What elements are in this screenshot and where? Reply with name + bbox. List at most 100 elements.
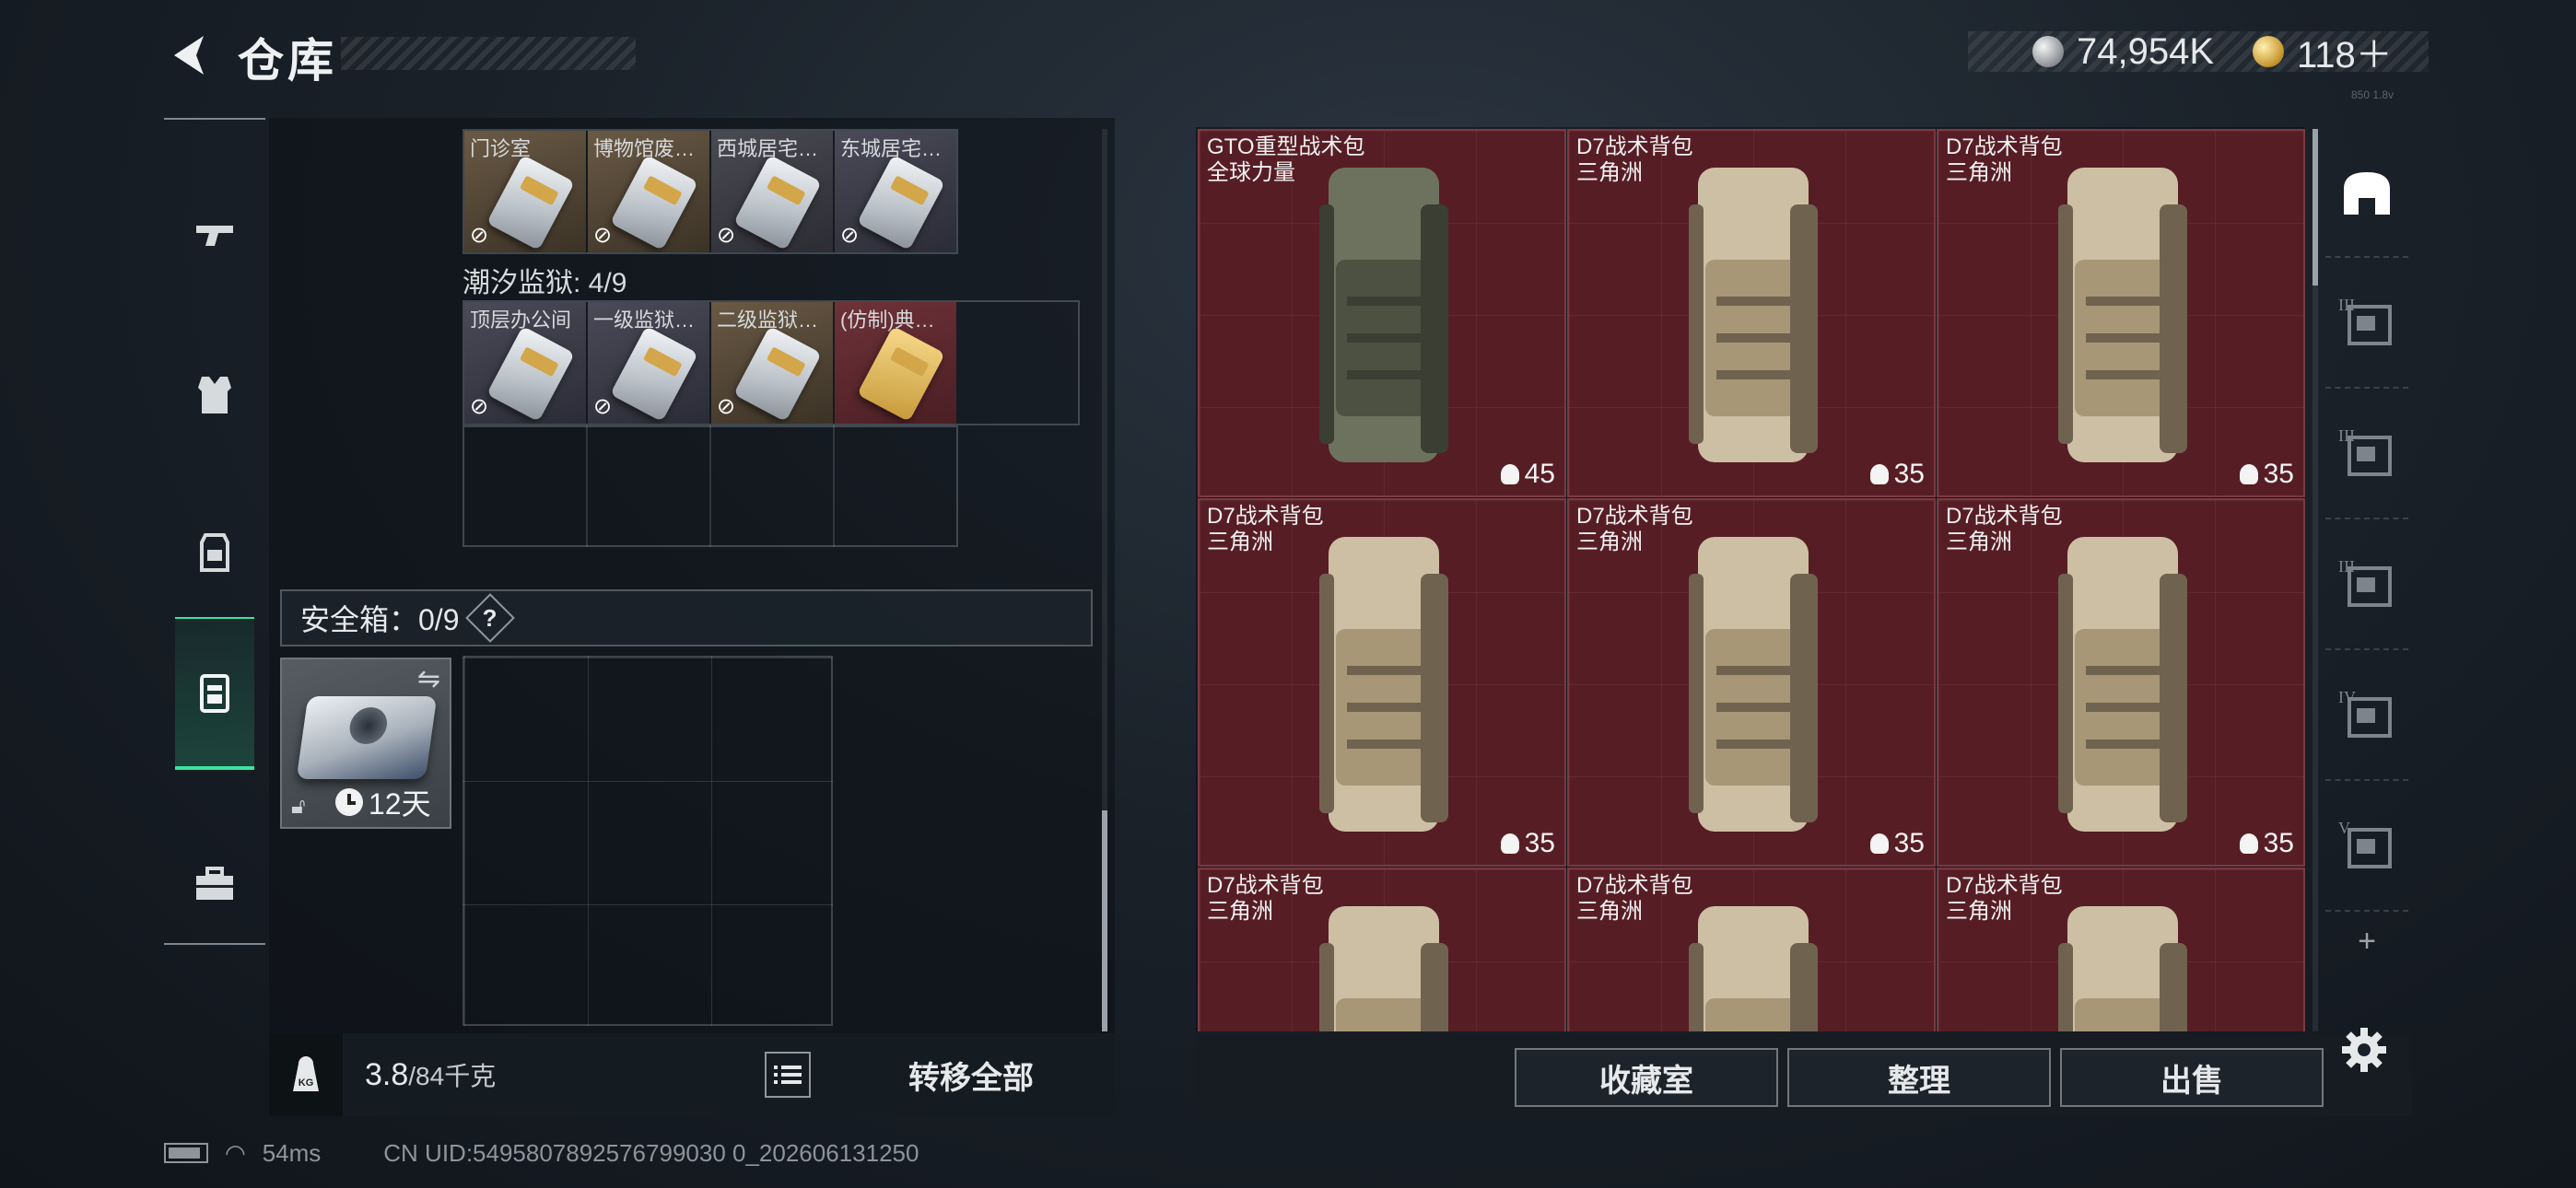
stash-tab-2[interactable]: III <box>2325 260 2408 389</box>
keycard-image <box>486 325 575 423</box>
unbound-icon: ⊘ <box>840 223 860 248</box>
safebox-title: 安全箱：0/9 <box>300 603 460 636</box>
key-item[interactable]: 西城居宅… ⊘ <box>711 131 833 252</box>
nav-item-container[interactable] <box>175 617 254 770</box>
grid-divider <box>709 425 711 547</box>
stash-item-backpack[interactable]: D7战术背包 三角洲 35 <box>1567 129 1936 497</box>
nav-item-pistol[interactable] <box>164 169 265 308</box>
capacity-badge: 35 <box>2239 459 2294 490</box>
capacity-value: 35 <box>1893 828 1925 858</box>
silver-amount: 74,954K <box>2077 30 2215 72</box>
safebox-image <box>296 696 438 779</box>
item-brand: 三角洲 <box>1946 899 2012 924</box>
right-footer: 收藏室 整理 出售 <box>1196 1033 2412 1116</box>
unbound-icon: ⊘ <box>717 223 736 248</box>
item-name: D7战术背包 <box>1946 134 2063 159</box>
version-text: 850 1.8v <box>2351 88 2395 101</box>
item-brand: 三角洲 <box>1946 530 2012 554</box>
silver-coin-icon <box>2032 36 2064 67</box>
key-item[interactable]: 一级监狱… ⊘ <box>588 302 709 424</box>
stash-tab-3[interactable]: III <box>2325 390 2408 519</box>
currency-bar: 74,954K 118＋ <box>1968 30 2429 76</box>
capacity-badge: 35 <box>1500 828 1555 859</box>
item-brand: 全球力量 <box>1207 160 1295 185</box>
wifi-icon: ◠ <box>225 1138 246 1167</box>
weight-current: 3.8 <box>365 1057 409 1092</box>
nav-item-armor-vest[interactable] <box>164 326 265 464</box>
nav-item-backpack[interactable] <box>164 483 265 621</box>
backpack-image <box>1689 906 1818 1031</box>
stash-tab-nav: III III III IV V + <box>2325 129 2408 1004</box>
left-category-nav <box>164 118 265 945</box>
home-stash-icon <box>2344 172 2390 215</box>
stash-scrollbar-thumb[interactable] <box>2313 129 2318 285</box>
keycard-image <box>610 154 698 251</box>
stash-item-backpack[interactable]: GTO重型战术包 全球力量 45 <box>1198 129 1566 497</box>
key-section-title: 潮汐监狱: 4/9 <box>463 268 627 298</box>
capacity-icon <box>2239 464 2258 484</box>
status-bar: ◠ 54ms CN UID:5495807892576799030 0_2026… <box>164 1135 919 1171</box>
stash-item-backpack[interactable]: D7战术背包 三角洲 35 <box>1567 498 1936 867</box>
help-button[interactable]: ? <box>464 593 515 643</box>
capacity-value: 45 <box>1524 459 1555 489</box>
key-item[interactable]: (仿制)典… <box>835 302 956 424</box>
settings-button[interactable] <box>2336 1022 2392 1077</box>
safebox-timer: 12天 <box>335 781 431 823</box>
left-footer: KG 3.8/84千克 转移全部 <box>269 1033 1115 1116</box>
uid-text: CN UID:5495807892576799030 0_20260613125… <box>383 1138 919 1167</box>
key-item[interactable]: 二级监狱… ⊘ <box>711 302 833 424</box>
safebox-item[interactable]: ⇋ 🔓︎ 12天 <box>280 658 451 829</box>
keycard-image <box>486 154 575 251</box>
stash-item-backpack[interactable]: D7战术背包 三角洲 <box>1198 868 1566 1031</box>
list-icon <box>774 1066 802 1084</box>
stash-item-backpack[interactable]: D7战术背包 三角洲 35 <box>1937 129 2305 497</box>
stash-item-backpack[interactable]: D7战术背包 三角洲 <box>1937 868 2305 1031</box>
keycard-image <box>733 325 822 423</box>
unbound-icon: ⊘ <box>717 394 736 419</box>
backpack-image <box>1319 537 1448 832</box>
nav-item-toolbox[interactable] <box>164 814 265 952</box>
stash-tab-1[interactable] <box>2325 129 2408 258</box>
item-name: D7战术背包 <box>1576 134 1693 159</box>
lock-icon: 🔓︎ <box>291 794 306 819</box>
capacity-value: 35 <box>2263 828 2294 858</box>
tab-level: III <box>2338 557 2355 576</box>
back-button[interactable] <box>157 26 221 85</box>
gold-amount[interactable]: 118＋ <box>2297 25 2393 78</box>
stash-tab-7[interactable]: + <box>2325 914 2408 969</box>
key-item[interactable]: 顶层办公间 ⊘ <box>464 302 586 424</box>
grid-divider <box>833 425 835 547</box>
item-brand: 三角洲 <box>1576 899 1643 924</box>
keycard-image <box>857 325 945 423</box>
container-scrollbar-thumb[interactable] <box>1102 810 1107 1031</box>
list-view-button[interactable] <box>765 1052 811 1098</box>
keycard-image <box>733 154 822 251</box>
stash-tab-6[interactable]: V <box>2325 783 2408 912</box>
capacity-icon <box>1500 464 1519 484</box>
stash-tab-5[interactable]: IV <box>2325 652 2408 781</box>
weight-icon: KG <box>269 1033 343 1116</box>
stash-tab-icon: V <box>2338 819 2395 874</box>
swap-icon[interactable]: ⇋ <box>417 663 440 695</box>
unbound-icon: ⊘ <box>470 394 489 419</box>
item-name: D7战术背包 <box>1207 873 1324 898</box>
key-item[interactable]: 门诊室 ⊘ <box>464 131 586 252</box>
sell-button[interactable]: 出售 <box>2060 1048 2324 1107</box>
backpack-image <box>1689 537 1818 832</box>
item-brand: 三角洲 <box>1207 899 1273 924</box>
item-brand: 三角洲 <box>1207 530 1273 554</box>
key-item[interactable]: 东城居宅… ⊘ <box>835 131 956 252</box>
stash-item-backpack[interactable]: D7战术背包 三角洲 35 <box>1937 498 2305 867</box>
pistol-icon <box>196 226 233 246</box>
collection-room-button[interactable]: 收藏室 <box>1515 1048 1778 1107</box>
stash-item-backpack[interactable]: D7战术背包 三角洲 <box>1567 868 1936 1031</box>
unbound-icon: ⊘ <box>593 223 613 248</box>
stash-item-backpack[interactable]: D7战术背包 三角洲 35 <box>1198 498 1566 867</box>
capacity-badge: 45 <box>1500 459 1555 490</box>
transfer-all-button[interactable]: 转移全部 <box>827 1033 1115 1116</box>
sort-button[interactable]: 整理 <box>1787 1048 2051 1107</box>
backpack-image <box>1319 906 1448 1031</box>
stash-tab-4[interactable]: III <box>2325 521 2408 650</box>
capacity-value: 35 <box>1893 459 1925 489</box>
key-item[interactable]: 博物馆废… ⊘ <box>588 131 709 252</box>
